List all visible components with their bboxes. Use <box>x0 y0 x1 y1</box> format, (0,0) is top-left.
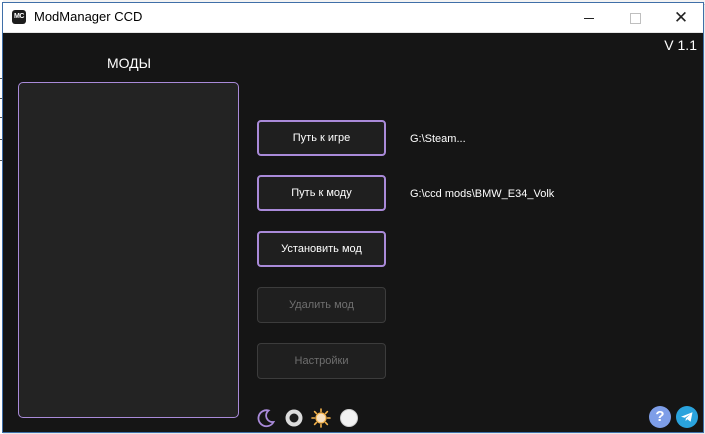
mods-panel-title: МОДЫ <box>106 55 152 71</box>
game-path-button[interactable]: Путь к игре <box>257 120 386 156</box>
mods-list[interactable] <box>18 82 239 418</box>
sun-icon[interactable] <box>311 408 331 428</box>
window-title: ModManager CCD <box>34 9 143 24</box>
mod-path-button[interactable]: Путь к моду <box>257 175 386 211</box>
telegram-icon[interactable] <box>676 406 698 428</box>
install-mod-button[interactable]: Установить мод <box>257 231 386 267</box>
help-icon[interactable]: ? <box>649 406 671 428</box>
maximize-button[interactable] <box>612 3 658 32</box>
settings-button[interactable]: Настройки <box>257 343 386 379</box>
moon-icon[interactable] <box>256 408 276 428</box>
light-radio-icon[interactable] <box>339 408 359 428</box>
version-label: V 1.1 <box>664 37 697 53</box>
telegram-plane-icon <box>681 412 693 422</box>
dark-radio-icon[interactable] <box>284 408 304 428</box>
close-button[interactable]: ✕ <box>658 3 703 32</box>
app-logo-icon: MC <box>12 10 26 24</box>
title-bar[interactable]: MC ModManager CCD ✕ <box>3 3 703 33</box>
maximize-icon <box>630 13 641 24</box>
app-window: MC ModManager CCD ✕ V 1.1 МОДЫ Путь к иг… <box>2 2 704 433</box>
delete-mod-button[interactable]: Удалить мод <box>257 287 386 323</box>
minimize-icon <box>584 18 594 19</box>
game-path-value: G:\Steam... <box>410 133 466 145</box>
minimize-button[interactable] <box>566 3 612 32</box>
mod-path-value: G:\ccd mods\BMW_E34_Volk <box>410 188 555 200</box>
